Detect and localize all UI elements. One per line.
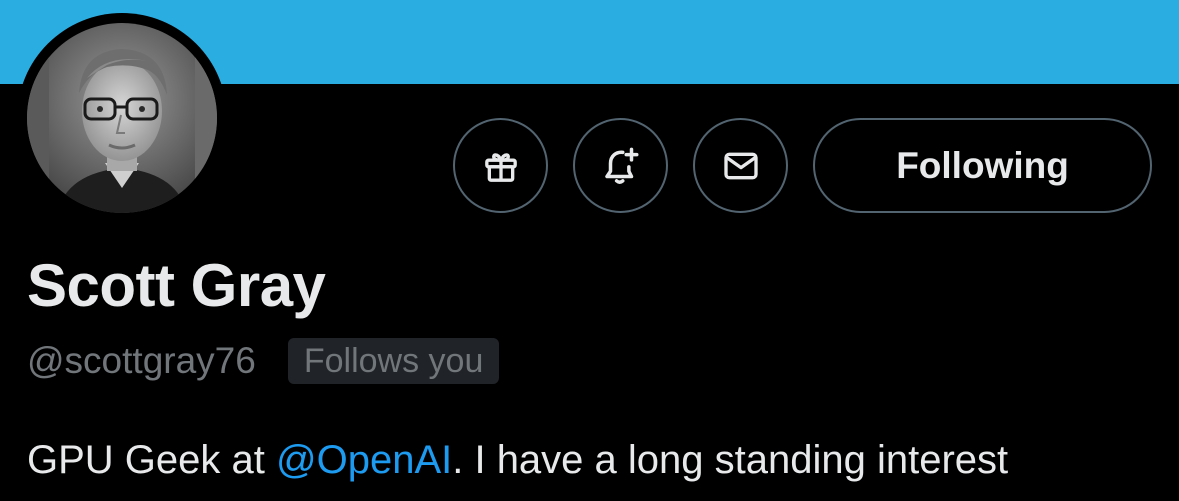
- subscribe-button[interactable]: [453, 118, 548, 213]
- following-button[interactable]: Following: [813, 118, 1152, 213]
- bell-plus-icon: [604, 147, 638, 184]
- notifications-button[interactable]: [573, 118, 668, 213]
- gift-icon: [484, 152, 517, 182]
- handle-row: @scottgray76 Follows you: [27, 336, 500, 386]
- message-button[interactable]: [693, 118, 788, 213]
- bio-mention-link[interactable]: @OpenAI: [276, 438, 452, 482]
- profile-page: Following Scott Gray @scottgray76 Follow…: [0, 0, 1179, 501]
- display-name: Scott Gray: [27, 252, 326, 319]
- avatar[interactable]: [17, 13, 227, 223]
- follows-you-badge: Follows you: [287, 338, 500, 384]
- envelope-icon: [723, 152, 758, 179]
- user-handle: @scottgray76: [27, 340, 256, 381]
- bio-prefix: GPU Geek at: [27, 438, 276, 482]
- bio-text: GPU Geek at @OpenAI. I have a long stand…: [27, 433, 1008, 487]
- bio-suffix: . I have a long standing interest: [452, 438, 1009, 482]
- avatar-photo: [27, 23, 217, 213]
- following-label: Following: [896, 144, 1069, 186]
